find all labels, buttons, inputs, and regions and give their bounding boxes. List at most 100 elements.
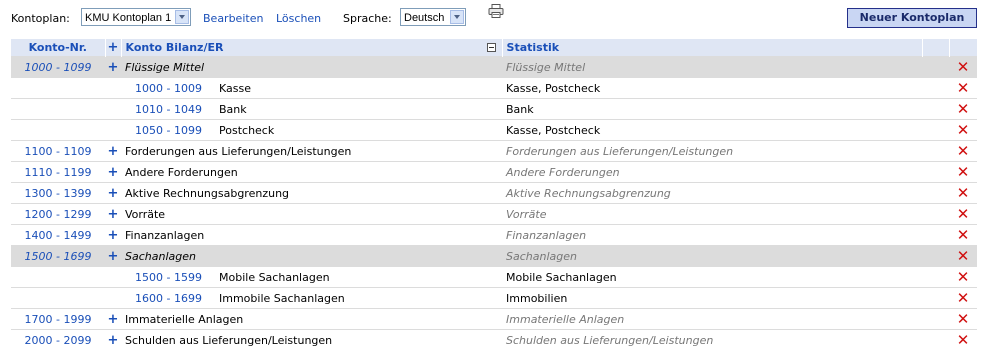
- empty-cell: [922, 330, 949, 350]
- statistik-value: Sachanlagen: [502, 246, 922, 267]
- empty-cell: [922, 162, 949, 183]
- sub-range-link[interactable]: 1050 - 1099: [121, 120, 215, 141]
- empty-cell: [922, 225, 949, 246]
- delete-x-icon[interactable]: ✕: [949, 225, 977, 246]
- plus-icon[interactable]: +: [105, 330, 121, 350]
- empty-cell: [922, 288, 949, 309]
- range-link[interactable]: 1100 - 1109: [11, 141, 105, 162]
- plus-icon[interactable]: +: [105, 57, 121, 78]
- delete-x-icon[interactable]: ✕: [949, 204, 977, 225]
- edit-link[interactable]: Bearbeiten: [203, 12, 263, 25]
- range-link[interactable]: 1700 - 1999: [11, 309, 105, 330]
- delete-link[interactable]: Löschen: [276, 12, 321, 25]
- sub-range-link[interactable]: 1600 - 1699: [121, 288, 215, 309]
- statistik-value: Finanzanlagen: [502, 225, 922, 246]
- account-name: Forderungen aus Lieferungen/Leistungen: [121, 141, 502, 162]
- table-header-row: Konto-Nr. + Konto Bilanz/ER Statistik: [11, 39, 977, 57]
- empty-cell: [105, 78, 121, 99]
- empty-cell: [922, 141, 949, 162]
- range-link[interactable]: 1400 - 1499: [11, 225, 105, 246]
- empty-cell: [922, 246, 949, 267]
- delete-x-icon[interactable]: ✕: [949, 141, 977, 162]
- delete-x-icon[interactable]: ✕: [949, 99, 977, 120]
- sub-account-name: Bank: [215, 99, 502, 120]
- range-link[interactable]: 1200 - 1299: [11, 204, 105, 225]
- range-link[interactable]: 1000 - 1099: [11, 57, 105, 78]
- kontoplan-select-value: KMU Kontoplan 1: [85, 12, 171, 24]
- account-name: Schulden aus Lieferungen/Leistungen: [121, 330, 502, 350]
- empty-cell: [105, 120, 121, 141]
- header-expand-all[interactable]: +: [105, 39, 121, 57]
- statistik-value: Kasse, Postcheck: [502, 120, 922, 141]
- empty-cell: [11, 120, 105, 141]
- plus-icon[interactable]: +: [105, 225, 121, 246]
- plus-icon[interactable]: +: [105, 246, 121, 267]
- account-row: 1300 - 1399+Aktive RechnungsabgrenzungAk…: [11, 183, 977, 204]
- empty-cell: [11, 288, 105, 309]
- sub-range-link[interactable]: 1010 - 1049: [121, 99, 215, 120]
- account-row: 1100 - 1109+Forderungen aus Lieferungen/…: [11, 141, 977, 162]
- plus-icon[interactable]: +: [105, 204, 121, 225]
- range-link[interactable]: 2000 - 2099: [11, 330, 105, 350]
- sub-range-link[interactable]: 1500 - 1599: [121, 267, 215, 288]
- language-select[interactable]: Deutsch: [400, 8, 466, 26]
- empty-cell: [922, 183, 949, 204]
- delete-x-icon[interactable]: ✕: [949, 246, 977, 267]
- account-row: 2000 - 2099+Schulden aus Lieferungen/Lei…: [11, 330, 977, 350]
- delete-x-icon[interactable]: ✕: [949, 183, 977, 204]
- header-blank-1: [922, 39, 949, 57]
- statistik-value: Aktive Rechnungsabgrenzung: [502, 183, 922, 204]
- statistik-value: Forderungen aus Lieferungen/Leistungen: [502, 141, 922, 162]
- sub-account-row: 1500 - 1599Mobile SachanlagenMobile Sach…: [11, 267, 977, 288]
- delete-x-icon[interactable]: ✕: [949, 120, 977, 141]
- delete-x-icon[interactable]: ✕: [949, 288, 977, 309]
- account-name: Vorräte: [121, 204, 502, 225]
- plus-icon[interactable]: +: [105, 141, 121, 162]
- statistik-value: Immobilien: [502, 288, 922, 309]
- range-link[interactable]: 1110 - 1199: [11, 162, 105, 183]
- account-name: Immaterielle Anlagen: [121, 309, 502, 330]
- sub-account-row: 1600 - 1699Immobile SachanlagenImmobilie…: [11, 288, 977, 309]
- statistik-value: Schulden aus Lieferungen/Leistungen: [502, 330, 922, 350]
- statistik-value: Andere Forderungen: [502, 162, 922, 183]
- delete-x-icon[interactable]: ✕: [949, 57, 977, 78]
- printer-icon[interactable]: [488, 4, 504, 18]
- empty-cell: [922, 204, 949, 225]
- empty-cell: [922, 99, 949, 120]
- language-select-value: Deutsch: [404, 12, 444, 24]
- plus-icon[interactable]: +: [105, 309, 121, 330]
- account-row: 1700 - 1999+Immaterielle AnlagenImmateri…: [11, 309, 977, 330]
- sub-account-row: 1050 - 1099PostcheckKasse, Postcheck ✕: [11, 120, 977, 141]
- new-kontoplan-button[interactable]: Neuer Kontoplan: [847, 8, 977, 28]
- header-konto-bilanz[interactable]: Konto Bilanz/ER: [121, 39, 502, 57]
- range-link[interactable]: 1500 - 1699: [11, 246, 105, 267]
- delete-x-icon[interactable]: ✕: [949, 78, 977, 99]
- empty-cell: [922, 78, 949, 99]
- empty-cell: [11, 267, 105, 288]
- delete-x-icon[interactable]: ✕: [949, 267, 977, 288]
- range-link[interactable]: 1300 - 1399: [11, 183, 105, 204]
- sub-account-name: Postcheck: [215, 120, 502, 141]
- header-konto-nr[interactable]: Konto-Nr.: [11, 39, 105, 57]
- sub-account-name: Kasse: [215, 78, 502, 99]
- plus-icon[interactable]: +: [105, 162, 121, 183]
- statistik-value: Immaterielle Anlagen: [502, 309, 922, 330]
- sub-range-link[interactable]: 1000 - 1009: [121, 78, 215, 99]
- delete-x-icon[interactable]: ✕: [949, 162, 977, 183]
- empty-cell: [922, 309, 949, 330]
- language-label: Sprache:: [343, 12, 392, 25]
- statistik-value: Vorräte: [502, 204, 922, 225]
- plus-icon[interactable]: +: [105, 183, 121, 204]
- sub-account-row: 1000 - 1009KasseKasse, Postcheck✕: [11, 78, 977, 99]
- delete-x-icon[interactable]: ✕: [949, 330, 977, 350]
- delete-x-icon[interactable]: ✕: [949, 309, 977, 330]
- collapse-minus-icon[interactable]: [487, 43, 496, 52]
- empty-cell: [105, 267, 121, 288]
- empty-cell: [922, 267, 949, 288]
- account-row: 1110 - 1199+Andere ForderungenAndere For…: [11, 162, 977, 183]
- header-statistik[interactable]: Statistik: [502, 39, 922, 57]
- header-konto-bilanz-label: Konto Bilanz/ER: [126, 41, 224, 54]
- account-name: Aktive Rechnungsabgrenzung: [121, 183, 502, 204]
- kontoplan-label: Kontoplan:: [11, 12, 70, 25]
- kontoplan-select[interactable]: KMU Kontoplan 1: [81, 8, 191, 26]
